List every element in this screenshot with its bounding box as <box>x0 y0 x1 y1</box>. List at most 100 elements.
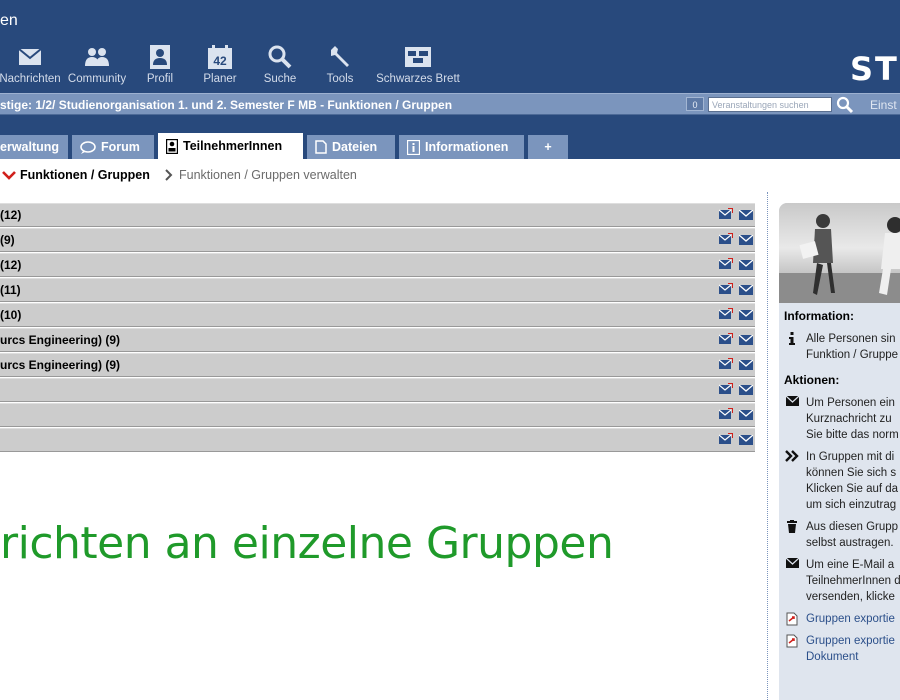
sidebar-text-line: Funktion / Gruppe <box>806 349 899 361</box>
nav-item-planer[interactable]: 42 Planer <box>198 44 242 90</box>
sidebar-text-line: TeilnehmerInnen d <box>806 575 900 587</box>
envelope-icon <box>785 396 799 410</box>
subnav-label: Funktionen / Gruppen <box>20 168 150 182</box>
group-mail-icon[interactable] <box>718 232 734 247</box>
top-header: en Nachrichten Community Profil 42 Plane… <box>0 0 900 93</box>
export-link[interactable]: Gruppen exportie Dokument <box>785 633 900 665</box>
tab-teilnehmer[interactable]: TeilnehmerInnen <box>158 133 303 159</box>
sidebar-text-line: Um Personen ein <box>806 397 895 409</box>
envelope-icon[interactable] <box>738 284 754 298</box>
nav-item-community[interactable]: Community <box>64 44 130 90</box>
group-row[interactable]: (10) <box>0 303 755 327</box>
sidebar-item: Alle Personen sin Funktion / Gruppe <box>785 331 900 363</box>
sidebar-text-line: Dokument <box>806 651 859 663</box>
nav-label: Tools <box>326 73 354 85</box>
actions-heading: Aktionen: <box>784 373 840 387</box>
group-mail-icon[interactable] <box>718 407 734 422</box>
envelope-icon[interactable] <box>738 384 754 398</box>
sidebar-text-line: können Sie sich s <box>806 467 897 479</box>
group-name: (11) <box>0 283 21 297</box>
sidebar-text-line: versenden, klicke <box>806 591 895 603</box>
double-chevron-icon <box>785 450 799 464</box>
wrench-icon <box>318 44 362 70</box>
group-name: (12) <box>0 258 22 272</box>
envelope-icon[interactable] <box>738 209 754 223</box>
export-icon <box>785 634 799 648</box>
tab-add[interactable]: + <box>528 135 568 159</box>
group-mail-icon[interactable] <box>718 257 734 272</box>
search-button[interactable] <box>836 96 854 114</box>
group-row[interactable]: (12) <box>0 203 755 227</box>
group-mail-icon[interactable] <box>718 357 734 372</box>
group-row[interactable] <box>0 403 755 427</box>
tab-forum[interactable]: Forum <box>72 135 154 159</box>
context-bar: stige: 1/2/ Studienorganisation 1. und 2… <box>0 93 900 115</box>
logo[interactable]: ST <box>850 50 899 88</box>
nav-label: Community <box>67 73 127 85</box>
chevron-right-icon <box>165 169 173 181</box>
tab-label: + <box>544 140 552 154</box>
nav-item-suche[interactable]: Suche <box>258 44 302 90</box>
magnifier-icon <box>836 96 854 114</box>
sidebar-text-line: Kurznachricht zu <box>806 413 892 425</box>
subnav-gruppen-verwalten[interactable]: Funktionen / Gruppen verwalten <box>164 168 357 182</box>
group-row[interactable]: urcs Engineering) (9) <box>0 353 755 377</box>
group-mail-icon[interactable] <box>718 432 734 447</box>
tab-label: Forum <box>101 140 140 154</box>
sidebar-photo <box>779 203 900 303</box>
sidebar-text-line: Gruppen exportie <box>806 635 895 647</box>
sidebar-item: Um Personen ein Kurznachricht zu Sie bitte… <box>785 395 900 443</box>
group-mail-icon[interactable] <box>718 282 734 297</box>
sub-navigation: Funktionen / Gruppen Funktionen / Gruppe… <box>0 159 765 189</box>
tab-verwaltung[interactable]: erwaltung <box>0 135 68 159</box>
sidebar-text: Aus diesen Grupp selbst austragen. <box>806 519 900 551</box>
tab-informationen[interactable]: Informationen <box>399 135 524 159</box>
export-link[interactable]: Gruppen exportie <box>785 611 900 627</box>
settings-link[interactable]: Einst <box>870 98 897 112</box>
tab-dateien[interactable]: Dateien <box>307 135 395 159</box>
search-input[interactable] <box>708 97 832 112</box>
sidebar-text: Gruppen exportie <box>806 611 900 627</box>
group-row[interactable] <box>0 428 755 452</box>
envelope-icon[interactable] <box>738 334 754 348</box>
board-icon <box>372 44 464 70</box>
info-icon <box>407 139 420 155</box>
nav-item-tools[interactable]: Tools <box>318 44 362 90</box>
sidebar-text-line: Aus diesen Grupp <box>806 521 899 533</box>
group-list: (12) (9) (12) (11) (10) urcs Engineering) (9)… <box>0 203 755 453</box>
envelope-icon[interactable] <box>738 359 754 373</box>
envelope-icon[interactable] <box>738 259 754 273</box>
sidebar-text-line: Sie bitte das norm <box>806 429 899 441</box>
group-row[interactable]: (9) <box>0 228 755 252</box>
group-mail-icon[interactable] <box>718 332 734 347</box>
information-heading: Information: <box>784 309 854 323</box>
sidebar-item: Aus diesen Grupp selbst austragen. <box>785 519 900 551</box>
profile-icon <box>140 44 180 70</box>
chevron-down-icon <box>2 171 16 180</box>
envelope-icon[interactable] <box>738 234 754 248</box>
sidebar-text-line: In Gruppen mit di <box>806 451 895 463</box>
group-mail-icon[interactable] <box>718 382 734 397</box>
envelope-icon[interactable] <box>738 309 754 323</box>
group-row[interactable]: (11) <box>0 278 755 302</box>
group-row[interactable] <box>0 378 755 402</box>
subnav-funktionen-gruppen[interactable]: Funktionen / Gruppen <box>2 168 150 182</box>
people-icon <box>64 44 130 70</box>
nav-item-nachrichten[interactable]: Nachrichten <box>0 44 64 90</box>
envelope-icon[interactable] <box>738 434 754 448</box>
nav-item-profil[interactable]: Profil <box>140 44 180 90</box>
group-name: (10) <box>0 308 22 322</box>
group-mail-icon[interactable] <box>718 207 734 222</box>
tab-bar: erwaltung Forum TeilnehmerInnen Dateien … <box>0 115 900 159</box>
app-title: en <box>0 12 18 29</box>
search-count: 0 <box>686 97 704 111</box>
sidebar-text: Um Personen ein Kurznachricht zu Sie bitte… <box>806 395 900 443</box>
group-row[interactable]: (12) <box>0 253 755 277</box>
group-name: (12) <box>0 208 22 222</box>
group-row[interactable]: urcs Engineering) (9) <box>0 328 755 352</box>
group-mail-icon[interactable] <box>718 307 734 322</box>
envelope-icon[interactable] <box>738 409 754 423</box>
sidebar-infobox: Information: Alle Personen sin Funktion /… <box>779 203 900 700</box>
nav-item-schwarzes-brett[interactable]: Schwarzes Brett <box>372 44 464 90</box>
magnifier-icon <box>258 44 302 70</box>
